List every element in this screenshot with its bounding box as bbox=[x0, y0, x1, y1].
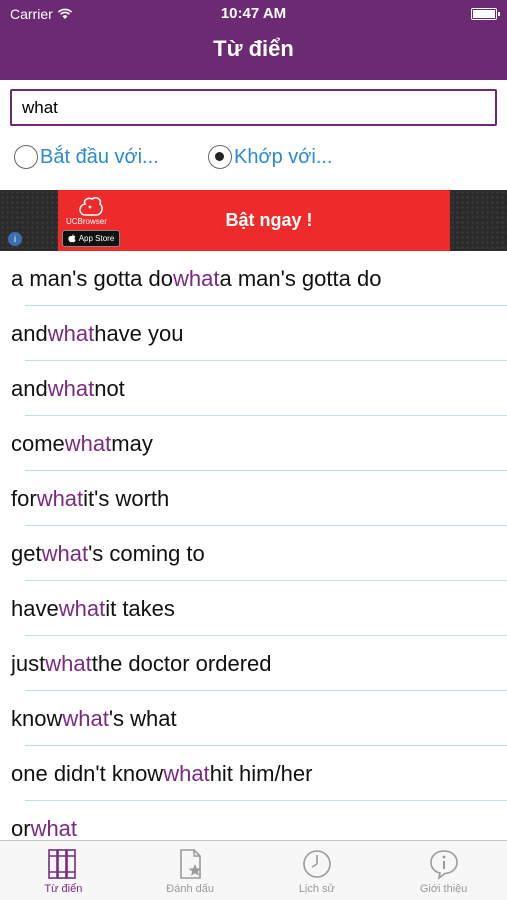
list-item[interactable]: come what may bbox=[0, 416, 507, 471]
tab-history[interactable]: Lịch sử bbox=[254, 841, 381, 900]
list-item[interactable]: get what's coming to bbox=[0, 526, 507, 581]
results-list: a man's gotta do what a man's gotta do a… bbox=[0, 251, 507, 840]
match-highlight: what bbox=[45, 650, 92, 676]
bookmark-star-icon bbox=[180, 849, 202, 879]
list-item[interactable]: one didn't know what hit him/her bbox=[0, 746, 507, 801]
app-store-badge[interactable]: App Store bbox=[62, 230, 120, 247]
match-highlight: what bbox=[64, 430, 112, 456]
list-item[interactable]: and what have you bbox=[0, 306, 507, 361]
match-mode-group: Bắt đầu với... Khớp với... bbox=[14, 145, 494, 175]
match-highlight: what bbox=[163, 760, 210, 786]
tab-label: Đánh dấu bbox=[166, 883, 214, 895]
match-highlight: what bbox=[30, 815, 78, 841]
tab-bar: Từ điển Đánh dấu Lịch sử Giới thiệu bbox=[0, 840, 507, 900]
list-item[interactable]: know what's what bbox=[0, 691, 507, 746]
clock-icon bbox=[303, 850, 331, 878]
status-bar: Carrier 10:47 AM bbox=[0, 0, 507, 28]
tab-about[interactable]: Giới thiệu bbox=[380, 841, 507, 900]
radio-label: Bắt đầu với... bbox=[40, 145, 159, 168]
list-item[interactable]: have what it takes bbox=[0, 581, 507, 636]
radio-matches[interactable]: Khớp với... bbox=[208, 145, 333, 169]
match-highlight: what bbox=[47, 375, 95, 401]
apple-icon bbox=[68, 234, 76, 243]
list-item[interactable]: for what it's worth bbox=[0, 471, 507, 526]
match-highlight: what bbox=[58, 595, 106, 621]
ad-red-panel[interactable]: UCBrowser App Store Bật ngay ! bbox=[58, 190, 450, 251]
info-icon bbox=[429, 850, 458, 880]
radio-label: Khớp với... bbox=[234, 145, 333, 168]
tab-label: Giới thiệu bbox=[419, 883, 468, 895]
ad-banner[interactable]: i UCBrowser App Store Bật ngay ! bbox=[0, 190, 507, 251]
match-highlight: what bbox=[172, 265, 220, 291]
ad-cta[interactable]: Bật ngay ! bbox=[58, 210, 450, 231]
list-item[interactable]: or what bbox=[0, 801, 507, 841]
tab-bookmarks[interactable]: Đánh dấu bbox=[127, 841, 254, 900]
nav-header: Carrier 10:47 AM Từ điển bbox=[0, 0, 507, 80]
match-highlight: what bbox=[41, 540, 89, 566]
tab-label: Từ điển bbox=[44, 883, 83, 895]
page-title: Từ điển bbox=[213, 36, 294, 61]
list-item[interactable]: just what the doctor ordered bbox=[0, 636, 507, 691]
list-item[interactable]: and what not bbox=[0, 361, 507, 416]
search-input[interactable] bbox=[12, 91, 495, 124]
match-highlight: what bbox=[62, 705, 109, 731]
battery-icon bbox=[471, 8, 500, 20]
match-highlight: what bbox=[36, 485, 84, 511]
list-item[interactable]: a man's gotta do what a man's gotta do bbox=[0, 251, 507, 306]
tab-dictionary[interactable]: Từ điển bbox=[0, 841, 127, 900]
radio-circle bbox=[14, 145, 38, 169]
tab-label: Lịch sử bbox=[298, 883, 335, 895]
app-store-label: App Store bbox=[78, 234, 115, 243]
ad-info-icon[interactable]: i bbox=[8, 232, 22, 246]
status-time: 10:47 AM bbox=[220, 5, 287, 22]
radio-circle-checked bbox=[208, 145, 232, 169]
match-highlight: what bbox=[47, 320, 95, 346]
radio-starts-with[interactable]: Bắt đầu với... bbox=[14, 145, 159, 169]
books-icon bbox=[48, 849, 77, 879]
search-box bbox=[10, 89, 497, 126]
